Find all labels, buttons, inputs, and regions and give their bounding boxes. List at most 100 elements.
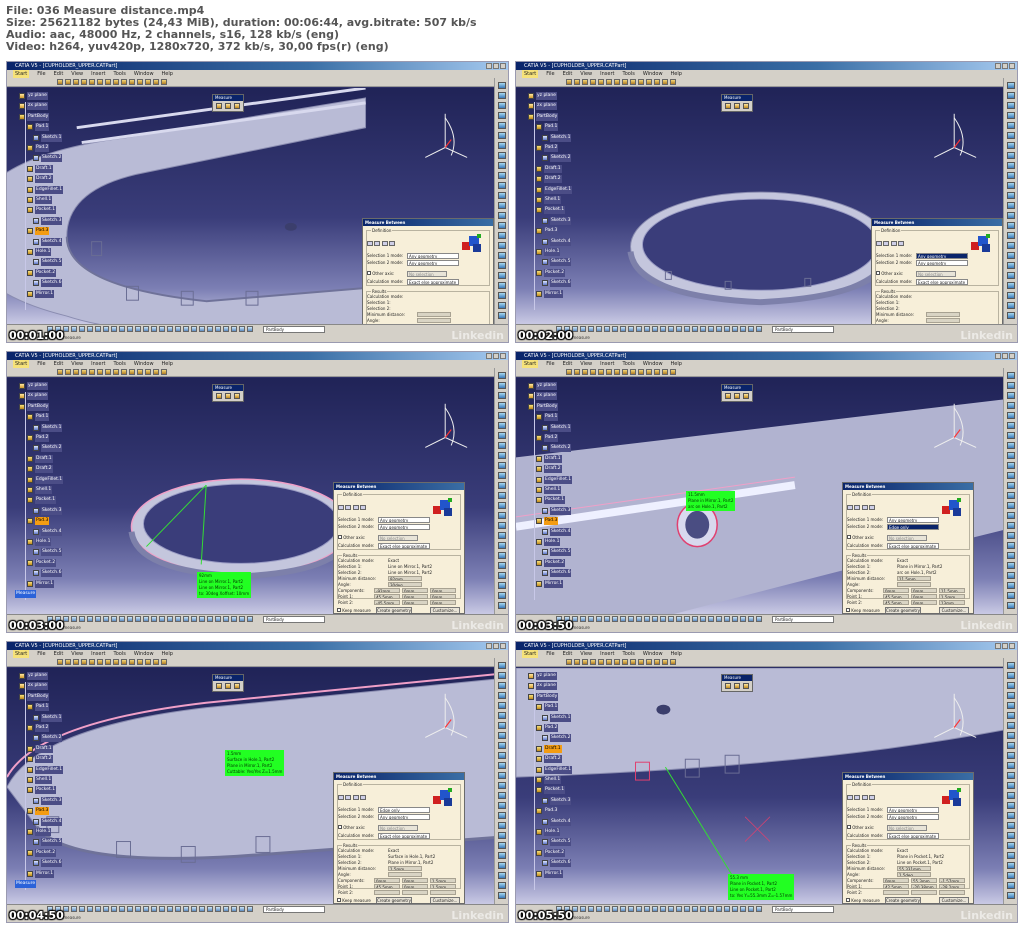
tree-node[interactable]: EdgeFillet.1 (536, 765, 573, 774)
tool-icon[interactable] (1007, 782, 1015, 789)
selection2-mode-select[interactable]: Any geometry (887, 814, 939, 820)
tool-icon[interactable] (498, 792, 506, 799)
selection2-mode-select[interactable]: Any geometry (378, 814, 430, 820)
other-axis-checkbox[interactable]: Other axis: (847, 535, 874, 541)
tree-node[interactable]: Pocket.2 (27, 268, 57, 277)
create-geometry-button[interactable]: Create geometry (885, 897, 921, 903)
tree-node[interactable]: yz plane (528, 92, 557, 100)
menu-item[interactable]: Insert (91, 650, 105, 658)
tree-node[interactable]: Sketch.2 (33, 154, 63, 163)
tree-node[interactable]: Draft.1 (536, 454, 562, 463)
tool-icon[interactable] (498, 222, 506, 229)
menu-item[interactable]: Help (671, 360, 682, 368)
measure-mode-icons[interactable] (338, 795, 366, 801)
tool-icon[interactable] (498, 702, 506, 709)
current-body-select[interactable]: PartBody (772, 906, 834, 913)
tool-icon[interactable] (1007, 422, 1015, 429)
tool-icon[interactable] (498, 272, 506, 279)
tool-icon[interactable] (498, 662, 506, 669)
tool-icon[interactable] (498, 282, 506, 289)
measure-mode-icons[interactable] (367, 241, 395, 247)
tree-node[interactable]: Sketch.3 (542, 796, 572, 805)
tree-node[interactable]: EdgeFillet.1 (27, 185, 64, 194)
menu-item[interactable]: Help (671, 70, 682, 78)
tool-icon[interactable] (1007, 892, 1015, 899)
thumbnail-4[interactable]: CATIA V5 - [CUPHOLDER_UPPER.CATPart] Sta… (515, 351, 1018, 633)
menu-item[interactable]: Help (162, 360, 173, 368)
tool-icon[interactable] (1007, 402, 1015, 409)
tree-node[interactable]: Sketch.4 (33, 237, 63, 246)
tree-node[interactable]: Pad.2 (27, 144, 50, 152)
tree-node[interactable]: Pad.1 (536, 703, 559, 712)
tool-icon[interactable] (1007, 172, 1015, 179)
menu-item[interactable]: Start (522, 650, 539, 658)
tool-icon[interactable] (498, 462, 506, 469)
tree-node[interactable]: Sketch.1 (33, 713, 63, 722)
tool-icon[interactable] (1007, 512, 1015, 519)
window-buttons[interactable] (995, 63, 1015, 69)
maximize-icon[interactable] (1002, 63, 1008, 69)
menu-item[interactable]: View (580, 360, 592, 368)
menu-item[interactable]: Tools (623, 70, 635, 78)
tool-icon[interactable] (498, 112, 506, 119)
tree-node[interactable]: Pad.3 (27, 807, 50, 816)
tree-node[interactable]: Sketch.2 (542, 734, 572, 743)
tool-icon[interactable] (1007, 212, 1015, 219)
tree-node[interactable]: Draft.1 (536, 164, 562, 173)
measure-item-icon[interactable] (225, 683, 231, 689)
menu-item[interactable]: Start (522, 360, 539, 368)
tool-icon[interactable] (498, 872, 506, 879)
tool-icon[interactable] (1007, 592, 1015, 599)
tool-icon[interactable] (498, 532, 506, 539)
tree-node[interactable]: Sketch.5 (542, 838, 572, 847)
tool-icon[interactable] (498, 752, 506, 759)
menu-item[interactable]: Window (643, 70, 663, 78)
menu-item[interactable]: Tools (114, 70, 126, 78)
tool-icon[interactable] (498, 522, 506, 529)
tool-icon[interactable] (1007, 692, 1015, 699)
customize-button[interactable]: Customize... (939, 897, 969, 903)
tree-node[interactable]: Pocket.1 (536, 206, 566, 215)
menu-item[interactable]: Window (643, 360, 663, 368)
window-buttons[interactable] (995, 353, 1015, 359)
tool-icon[interactable] (1007, 722, 1015, 729)
tree-node[interactable]: Sketch.6 (33, 279, 63, 288)
tree-node[interactable]: Pad.2 (536, 724, 559, 732)
menu-item[interactable]: View (580, 70, 592, 78)
tool-icon[interactable] (498, 672, 506, 679)
tree-node[interactable]: Sketch.2 (33, 734, 63, 743)
menu-item[interactable]: File (546, 650, 554, 658)
tool-icon[interactable] (1007, 122, 1015, 129)
tool-icon[interactable] (498, 812, 506, 819)
tool-icon[interactable] (1007, 312, 1015, 319)
measure-mode-icons[interactable] (876, 241, 904, 247)
tree-node[interactable]: yz plane (19, 672, 48, 680)
other-axis-field[interactable]: No selection (407, 271, 447, 277)
tree-node[interactable]: zx plane (528, 682, 557, 691)
tool-icon[interactable] (1007, 292, 1015, 299)
tree-node[interactable]: Sketch.5 (33, 548, 63, 557)
tool-icon[interactable] (498, 882, 506, 889)
tree-node[interactable]: Hole.1 (536, 828, 561, 836)
tool-icon[interactable] (1007, 542, 1015, 549)
tree-node[interactable]: Hole.1 (536, 538, 561, 546)
tree-node[interactable]: Pad.2 (27, 724, 50, 732)
tree-node[interactable]: Draft.1 (536, 744, 562, 753)
tool-icon[interactable] (498, 142, 506, 149)
tool-icon[interactable] (1007, 222, 1015, 229)
menu-item[interactable]: Window (134, 70, 154, 78)
tool-icon[interactable] (498, 392, 506, 399)
other-axis-field[interactable]: No selection (916, 271, 956, 277)
tool-icon[interactable] (498, 162, 506, 169)
menu-item[interactable]: View (71, 360, 83, 368)
tree-node[interactable]: Sketch.1 (542, 713, 572, 722)
tool-icon[interactable] (1007, 882, 1015, 889)
tool-icon[interactable] (498, 172, 506, 179)
tool-icon[interactable] (1007, 662, 1015, 669)
selection2-mode-select[interactable]: Any geometry (407, 260, 459, 266)
tree-node[interactable]: PartBody (19, 402, 50, 411)
minimize-icon[interactable] (995, 63, 1001, 69)
tree-node[interactable]: Draft.2 (536, 465, 562, 474)
tool-icon[interactable] (498, 152, 506, 159)
thumbnail-6[interactable]: CATIA V5 - [CUPHOLDER_UPPER.CATPart] Sta… (515, 641, 1018, 923)
